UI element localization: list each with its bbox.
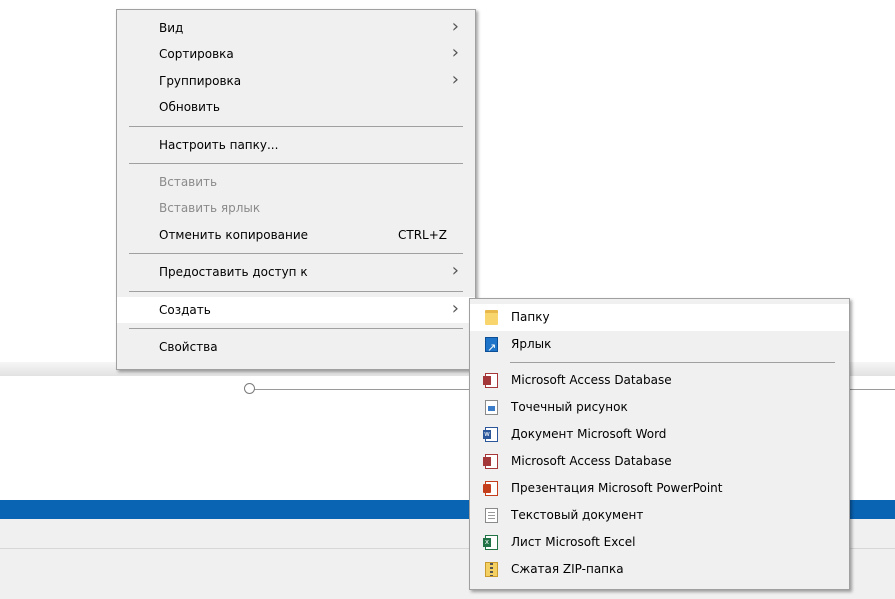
- text-document-icon: [485, 508, 498, 523]
- excel-icon: [483, 535, 498, 550]
- menu-item-label: Вставить ярлык: [159, 201, 261, 216]
- menu-item-paste-shortcut: Вставить ярлык: [117, 195, 475, 221]
- submenu-item-excel[interactable]: Лист Microsoft Excel: [470, 529, 849, 556]
- submenu-item-label: Microsoft Access Database: [511, 454, 672, 468]
- submenu-item-bitmap[interactable]: Точечный рисунок: [470, 394, 849, 421]
- menu-item-paste: Вставить: [117, 169, 475, 195]
- menu-item-label: Обновить: [159, 100, 220, 115]
- zip-folder-icon: [485, 562, 498, 577]
- access-icon: [483, 373, 498, 388]
- chevron-right-icon: ›: [451, 68, 459, 90]
- menu-item-give-access[interactable]: Предоставить доступ к ›: [117, 259, 475, 285]
- menu-item-label: Свойства: [159, 339, 218, 354]
- menu-item-customize-folder[interactable]: Настроить папку...: [117, 132, 475, 158]
- menu-item-refresh[interactable]: Обновить: [117, 94, 475, 120]
- word-icon: [483, 427, 498, 442]
- chevron-right-icon: ›: [451, 297, 459, 319]
- submenu-item-powerpoint[interactable]: Презентация Microsoft PowerPoint: [470, 475, 849, 502]
- menu-item-label: Создать: [159, 302, 211, 317]
- powerpoint-icon: [483, 481, 498, 496]
- submenu-item-label: Документ Microsoft Word: [511, 427, 667, 441]
- submenu-item-label: Презентация Microsoft PowerPoint: [511, 481, 723, 495]
- menu-item-label: Предоставить доступ к: [159, 265, 308, 280]
- access-icon: [483, 454, 498, 469]
- submenu-item-access-database-2[interactable]: Microsoft Access Database: [470, 448, 849, 475]
- submenu-item-word-document[interactable]: Документ Microsoft Word: [470, 421, 849, 448]
- menu-item-label: Сортировка: [159, 47, 234, 62]
- submenu-item-label: Папку: [511, 310, 550, 324]
- submenu-item-label: Текстовый документ: [511, 508, 644, 522]
- menu-separator: [129, 253, 463, 255]
- chevron-right-icon: ›: [451, 16, 459, 37]
- submenu-item-label: Ярлык: [511, 337, 552, 351]
- submenu-item-label: Сжатая ZIP-папка: [511, 562, 624, 576]
- chevron-right-icon: ›: [451, 42, 459, 64]
- chevron-right-icon: ›: [451, 260, 459, 282]
- menu-item-label: Вставить: [159, 174, 218, 189]
- shortcut-icon: [485, 334, 498, 361]
- submenu-item-label: Microsoft Access Database: [511, 373, 672, 387]
- menu-item-label: Настроить папку...: [159, 137, 279, 152]
- menu-separator: [510, 362, 835, 363]
- menu-separator: [129, 162, 463, 164]
- folder-icon: [485, 310, 498, 325]
- submenu-item-access-database[interactable]: Microsoft Access Database: [470, 367, 849, 394]
- menu-item-sort[interactable]: Сортировка ›: [117, 41, 475, 67]
- submenu-item-label: Точечный рисунок: [511, 400, 628, 414]
- menu-item-label: Отменить копирование: [159, 227, 309, 242]
- menu-item-view[interactable]: Вид ›: [117, 15, 475, 41]
- bitmap-icon: [485, 400, 498, 415]
- submenu-item-shortcut[interactable]: Ярлык: [470, 331, 849, 361]
- menu-item-group[interactable]: Группировка ›: [117, 68, 475, 94]
- submenu-item-label: Лист Microsoft Excel: [511, 535, 636, 549]
- menu-item-label: Вид: [159, 21, 184, 35]
- menu-item-label: Группировка: [159, 73, 242, 88]
- menu-item-new[interactable]: Создать ›: [117, 296, 475, 323]
- submenu-item-text-document[interactable]: Текстовый документ: [470, 502, 849, 529]
- submenu-item-zip-folder[interactable]: Сжатая ZIP-папка: [470, 556, 849, 583]
- menu-separator: [129, 125, 463, 127]
- create-submenu: Папку Ярлык Microsoft Access Database То…: [469, 298, 850, 590]
- menu-separator: [129, 290, 463, 292]
- menu-item-shortcut: CTRL+Z: [397, 227, 447, 242]
- menu-item-undo-copy[interactable]: Отменить копирование CTRL+Z: [117, 222, 475, 248]
- menu-separator: [129, 327, 463, 329]
- zoom-slider-handle[interactable]: [244, 383, 255, 394]
- submenu-item-folder[interactable]: Папку: [470, 304, 849, 331]
- menu-item-properties[interactable]: Свойства: [117, 334, 475, 360]
- context-menu: Вид › Сортировка › Группировка › Обновит…: [116, 9, 476, 370]
